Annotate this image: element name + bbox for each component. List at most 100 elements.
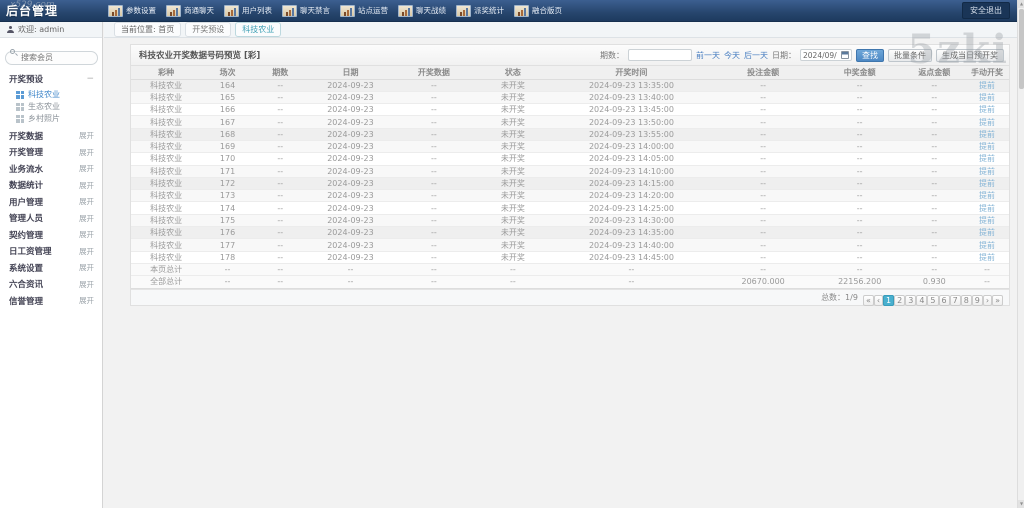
sidebar-item-child[interactable]: 生态农业 bbox=[0, 101, 102, 113]
page-button-4[interactable]: 4 bbox=[916, 294, 928, 306]
manual-draw-link[interactable]: 提前 bbox=[979, 142, 995, 151]
manual-draw-link[interactable]: 提前 bbox=[979, 118, 995, 127]
scroll-down-arrow[interactable]: ▼ bbox=[1018, 500, 1024, 508]
page-button-8[interactable]: 8 bbox=[960, 294, 972, 306]
sidebar-item-current[interactable]: 科技农业 bbox=[0, 89, 102, 101]
summary-cell: -- bbox=[306, 263, 395, 277]
page-button-2[interactable]: 2 bbox=[894, 294, 906, 306]
sidebar-section-4[interactable]: 数据统计 展开 bbox=[0, 177, 102, 194]
expand-label: 展开 bbox=[79, 230, 94, 240]
table-cell: -- bbox=[253, 177, 307, 191]
today-link[interactable]: 今天 bbox=[724, 50, 740, 61]
sidebar-item-child[interactable]: 乡村照片 bbox=[0, 113, 102, 125]
sidebar-section-6[interactable]: 管理人员 展开 bbox=[0, 210, 102, 227]
page-button-6[interactable]: 6 bbox=[938, 294, 950, 306]
scroll-up-arrow[interactable]: ▲ bbox=[1018, 0, 1024, 8]
breadcrumb-item-preset[interactable]: 开奖预设 bbox=[185, 22, 232, 37]
chart-thumbnail-icon bbox=[166, 4, 181, 17]
expand-label: 展开 bbox=[79, 197, 94, 207]
table-cell: 提前 bbox=[965, 214, 1009, 228]
table-cell: 科技农业 bbox=[131, 165, 202, 178]
collapse-icon[interactable]: − bbox=[86, 74, 94, 84]
page-button-7[interactable]: 7 bbox=[949, 294, 961, 306]
sidebar-section-7[interactable]: 契约管理 展开 bbox=[0, 227, 102, 244]
top-nav-item-3[interactable]: 用户列表 bbox=[224, 0, 282, 22]
calendar-icon[interactable] bbox=[841, 51, 849, 59]
logout-button[interactable]: 安全退出 bbox=[962, 2, 1010, 19]
table-cell: 174 bbox=[201, 201, 254, 215]
summary-cell: -- bbox=[552, 275, 711, 289]
table-cell: 2024-09-23 13:45:00 bbox=[552, 103, 711, 117]
prev-page-button[interactable]: ‹ bbox=[873, 294, 884, 306]
sidebar-section-9[interactable]: 系统设置 展开 bbox=[0, 260, 102, 277]
sidebar-section-10[interactable]: 六合资讯 展开 bbox=[0, 276, 102, 293]
scrollbar-thumb[interactable] bbox=[1019, 9, 1024, 89]
top-nav-item-1[interactable]: 参数设置 bbox=[108, 0, 166, 22]
last-page-button[interactable]: » bbox=[992, 294, 1003, 306]
column-header: 返点金额 bbox=[903, 66, 966, 80]
top-nav-item-5[interactable]: 站点运营 bbox=[340, 0, 398, 22]
page-button-1[interactable]: 1 bbox=[883, 294, 895, 306]
sidebar-section-5[interactable]: 用户管理 展开 bbox=[0, 194, 102, 211]
page-button-5[interactable]: 5 bbox=[927, 294, 939, 306]
manual-draw-link[interactable]: 提前 bbox=[979, 241, 995, 250]
next-day-link[interactable]: 后一天 bbox=[744, 50, 768, 61]
column-header: 期数 bbox=[253, 66, 307, 80]
table-cell: -- bbox=[815, 79, 904, 92]
top-nav-item-6[interactable]: 聊天战绩 bbox=[398, 0, 456, 22]
manual-draw-link[interactable]: 提前 bbox=[979, 130, 995, 139]
top-nav-item-7[interactable]: 派奖统计 bbox=[456, 0, 514, 22]
section-label: 管理人员 bbox=[9, 214, 44, 225]
next-page-button[interactable]: › bbox=[982, 294, 993, 306]
table-cell: 科技农业 bbox=[131, 115, 202, 129]
period-input[interactable] bbox=[628, 49, 692, 61]
first-page-button[interactable]: « bbox=[862, 294, 874, 306]
manual-draw-link[interactable]: 提前 bbox=[979, 154, 995, 163]
table-cell: 提前 bbox=[965, 238, 1009, 252]
sidebar-section-draw-preset[interactable]: 开奖预设 − bbox=[0, 71, 102, 88]
top-nav-item-8[interactable]: 融合版页 bbox=[514, 0, 572, 22]
top-nav-label: 参数设置 bbox=[126, 6, 156, 15]
table-cell: -- bbox=[710, 226, 816, 240]
sidebar-section-3[interactable]: 业务流水 展开 bbox=[0, 161, 102, 178]
prev-day-link[interactable]: 前一天 bbox=[696, 50, 720, 61]
manual-draw-link[interactable]: 提前 bbox=[979, 167, 995, 176]
data-panel: 科技农业开奖数据号码预览 [彩] 期数： 前一天 今天 后一天 日期： 2024… bbox=[130, 44, 1010, 306]
page-button-9[interactable]: 9 bbox=[971, 294, 983, 306]
manual-draw-link[interactable]: 提前 bbox=[979, 81, 995, 90]
table-row: 科技农业 178 -- 2024-09-23 -- 未开奖 2024-09-23 14:45… bbox=[131, 251, 1009, 264]
manual-draw-link[interactable]: 提前 bbox=[979, 204, 995, 213]
table-cell: -- bbox=[394, 214, 474, 228]
top-nav-item-2[interactable]: 商通聊天 bbox=[166, 0, 224, 22]
section-children: 科技农业 生态农业 乡村照片 bbox=[0, 88, 102, 128]
sidebar-search bbox=[5, 45, 98, 65]
table-cell: -- bbox=[710, 214, 816, 228]
sidebar-menu: 开奖预设 − 科技农业 生态农业 乡村照片 开奖数据 展开 开奖管理 展开 业务流水 展开 数据统计展… bbox=[0, 71, 102, 310]
manual-draw-link[interactable]: 提前 bbox=[979, 228, 995, 237]
table-cell: 未开奖 bbox=[473, 238, 553, 252]
sidebar-section-11[interactable]: 信誉管理 展开 bbox=[0, 293, 102, 310]
batch-condition-button[interactable]: 批量条件 bbox=[888, 48, 932, 62]
manual-draw-link[interactable]: 提前 bbox=[979, 216, 995, 225]
manual-draw-link[interactable]: 提前 bbox=[979, 179, 995, 188]
sidebar-section-2[interactable]: 开奖管理 展开 bbox=[0, 144, 102, 161]
generate-today-button[interactable]: 生成当日预开奖 bbox=[936, 48, 1004, 62]
manual-draw-link[interactable]: 提前 bbox=[979, 105, 995, 114]
manual-draw-link[interactable]: 提前 bbox=[979, 191, 995, 200]
sidebar-section-8[interactable]: 日工资管理 展开 bbox=[0, 243, 102, 260]
member-search-input[interactable] bbox=[5, 50, 98, 65]
table-cell: 未开奖 bbox=[473, 251, 553, 264]
sidebar-section-1[interactable]: 开奖数据 展开 bbox=[0, 128, 102, 145]
vertical-scrollbar[interactable]: ▲ ▼ bbox=[1017, 0, 1024, 508]
manual-draw-link[interactable]: 提前 bbox=[979, 93, 995, 102]
search-button[interactable]: 查找 bbox=[856, 48, 884, 62]
date-input[interactable]: 2024/09/ bbox=[800, 49, 852, 61]
top-nav-item-4[interactable]: 聊天禁言 bbox=[282, 0, 340, 22]
table-cell: 2024-09-23 14:05:00 bbox=[552, 152, 711, 166]
table-cell: -- bbox=[815, 128, 904, 141]
manual-draw-link[interactable]: 提前 bbox=[979, 253, 995, 262]
table-cell: -- bbox=[903, 251, 966, 264]
page-button-3[interactable]: 3 bbox=[905, 294, 917, 306]
welcome-text: 欢迎: admin bbox=[18, 25, 65, 34]
breadcrumb-item-current[interactable]: 科技农业 bbox=[235, 22, 282, 37]
